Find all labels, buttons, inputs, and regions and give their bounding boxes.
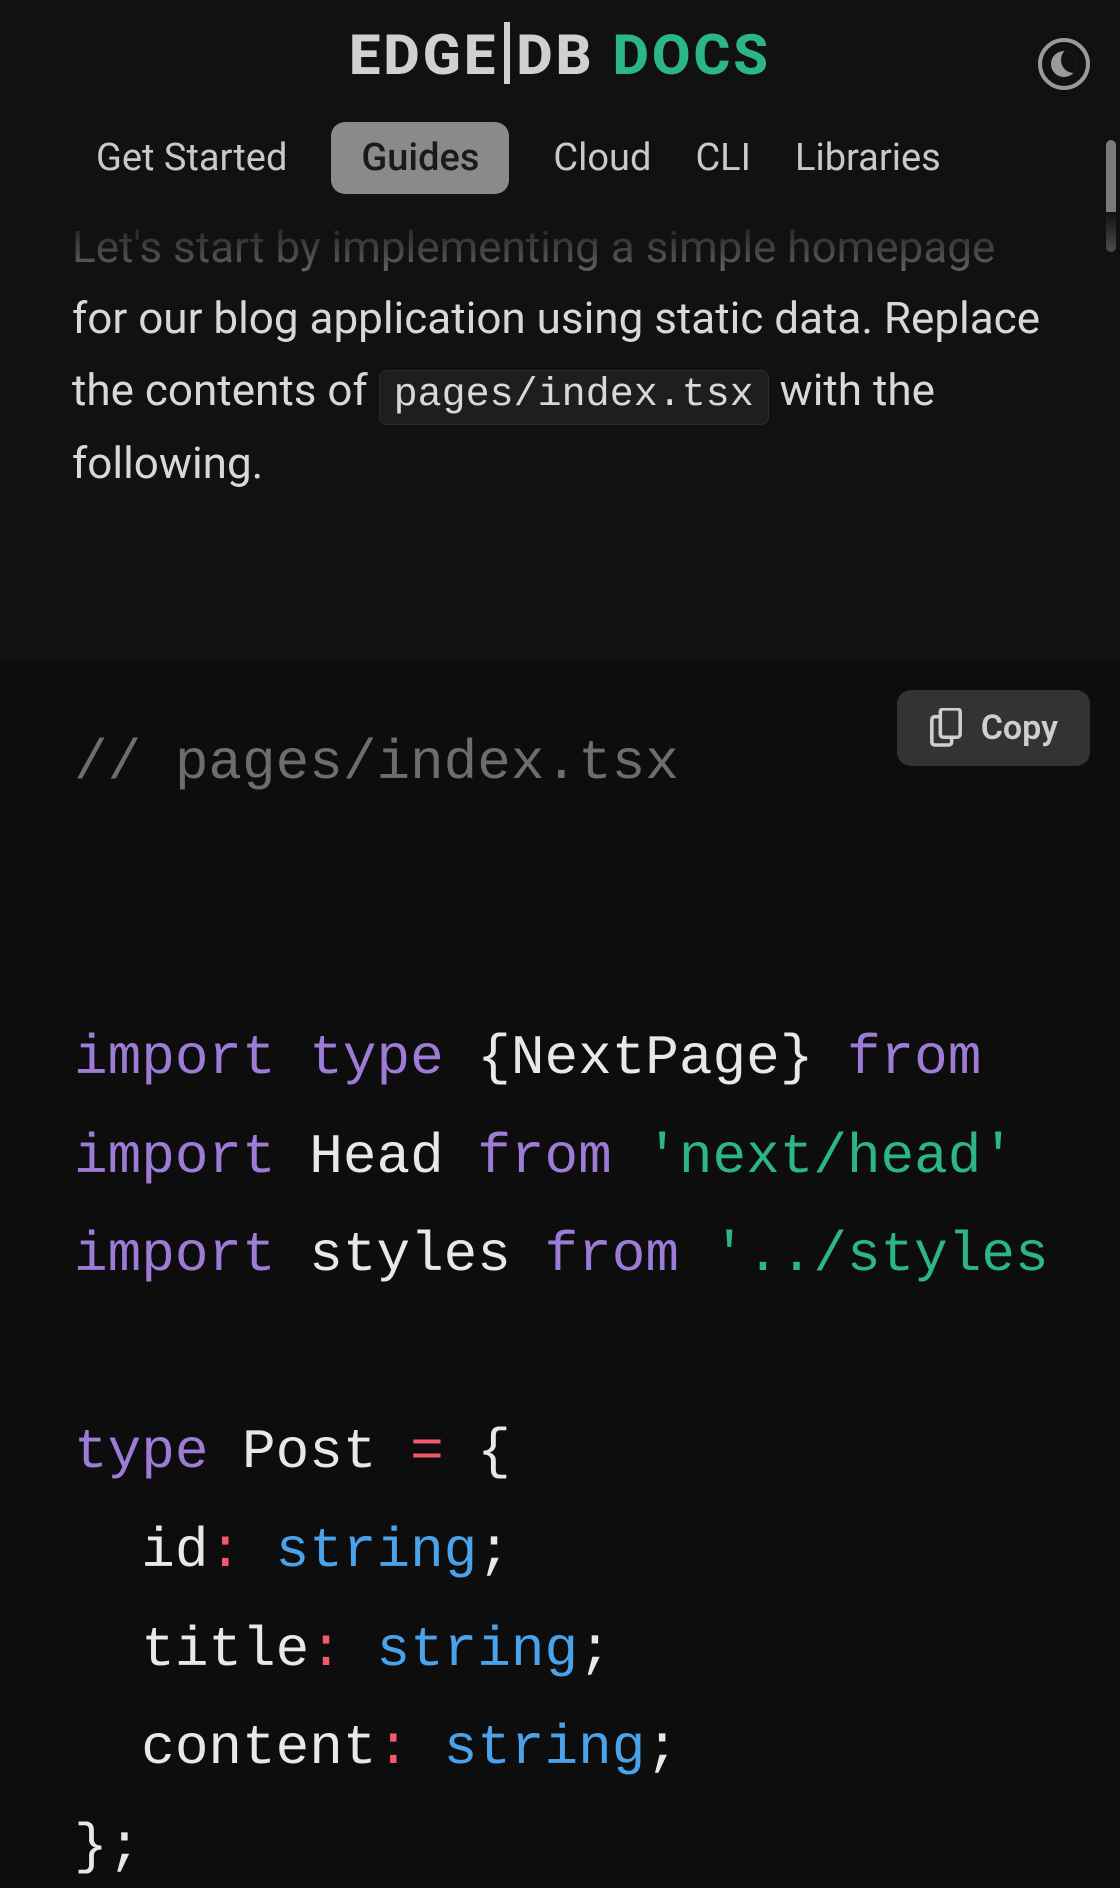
copy-icon bbox=[929, 708, 963, 748]
tok: string bbox=[276, 1519, 478, 1583]
copy-label: Copy bbox=[981, 708, 1058, 748]
tok: '../styles bbox=[713, 1223, 1049, 1287]
header: EDGE DB DOCS Get Started Guides Cloud CLI … bbox=[0, 0, 1120, 194]
tok: string bbox=[444, 1716, 646, 1780]
tok: title bbox=[141, 1618, 309, 1682]
tok: id bbox=[141, 1519, 208, 1583]
tok: import bbox=[74, 1223, 276, 1287]
tok: from bbox=[477, 1125, 611, 1189]
nav-libraries[interactable]: Libraries bbox=[795, 136, 941, 180]
intro-section: Let's start by implementing a simple hom… bbox=[0, 212, 1120, 500]
tok: ; bbox=[477, 1519, 511, 1583]
tok: = bbox=[410, 1420, 444, 1484]
tok: ; bbox=[578, 1618, 612, 1682]
tok: }; bbox=[74, 1815, 141, 1879]
tok: styles bbox=[309, 1223, 511, 1287]
code-content: // pages/index.tsx import type {NextPage… bbox=[74, 714, 1120, 1888]
nav-get-started[interactable]: Get Started bbox=[96, 136, 287, 180]
tok: import bbox=[74, 1125, 276, 1189]
tok: type bbox=[309, 1026, 443, 1090]
tok: ; bbox=[645, 1716, 679, 1780]
tok: Head bbox=[309, 1125, 443, 1189]
tok: Post bbox=[242, 1420, 376, 1484]
tok: import bbox=[74, 1026, 276, 1090]
tok: string bbox=[376, 1618, 578, 1682]
tok: from bbox=[545, 1223, 679, 1287]
intro-line1: Let's start by implementing a simple hom… bbox=[72, 221, 995, 273]
brand-divider-icon bbox=[504, 22, 510, 84]
tok: type bbox=[74, 1420, 208, 1484]
tok: { bbox=[477, 1420, 511, 1484]
tok: content bbox=[141, 1716, 376, 1780]
tok: {NextPage} bbox=[477, 1026, 813, 1090]
moon-icon bbox=[1051, 51, 1077, 77]
nav-cli[interactable]: CLI bbox=[695, 136, 751, 180]
intro-code-path: pages/index.tsx bbox=[379, 370, 769, 425]
brand-logo: EDGE DB DOCS bbox=[0, 22, 1120, 88]
tok: 'next/head' bbox=[645, 1125, 1015, 1189]
tok: : bbox=[376, 1716, 410, 1780]
intro-paragraph: Let's start by implementing a simple hom… bbox=[0, 212, 1120, 500]
tok: from bbox=[847, 1026, 981, 1090]
brand-db: DB bbox=[516, 22, 594, 88]
tok: : bbox=[208, 1519, 242, 1583]
copy-button[interactable]: Copy bbox=[897, 690, 1090, 766]
nav-guides[interactable]: Guides bbox=[331, 122, 509, 194]
brand-edge: EDGE bbox=[349, 22, 498, 88]
top-nav: Get Started Guides Cloud CLI Libraries bbox=[0, 88, 1120, 194]
code-comment: // pages/index.tsx bbox=[74, 731, 679, 795]
theme-toggle-button[interactable] bbox=[1038, 38, 1090, 90]
code-block: Copy // pages/index.tsx import type {Nex… bbox=[0, 660, 1120, 1888]
tok: : bbox=[309, 1618, 343, 1682]
brand-docs: DOCS bbox=[613, 22, 771, 88]
nav-cloud[interactable]: Cloud bbox=[553, 136, 651, 180]
